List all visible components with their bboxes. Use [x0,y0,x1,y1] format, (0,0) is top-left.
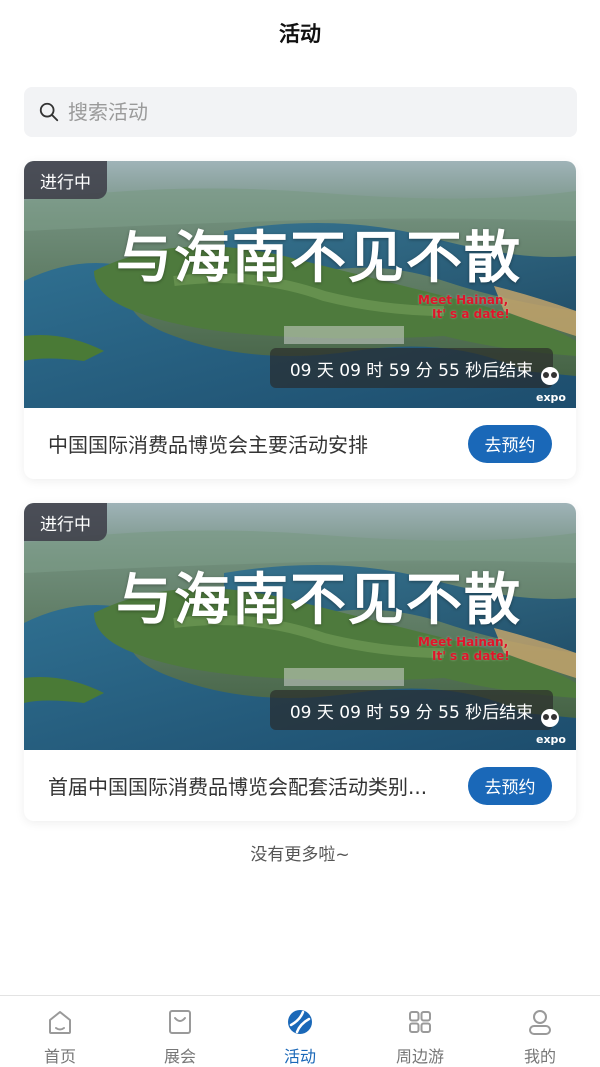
search-bar[interactable] [24,87,577,137]
list-end-text: 没有更多啦~ [250,845,350,865]
book-button[interactable]: 去预约 [468,424,552,463]
tab-home[interactable]: 首页 [0,996,120,1067]
bottom-tab-bar: 首页 展会 活动 周边游 我的 [0,995,600,1067]
status-badge: 进行中 [24,503,107,541]
status-badge: 进行中 [24,161,107,199]
event-card[interactable]: 进行中 与海南不见不散 Meet Hainan, It' s a date! 0… [24,503,576,821]
expo-logo-text: expo [536,391,566,404]
banner-slogan: Meet Hainan, It' s a date! [418,293,510,321]
banner-slogan: Meet Hainan, It' s a date! [418,635,510,663]
slogan-line-1: Meet Hainan, [418,293,509,307]
search-icon [39,102,59,122]
user-icon [529,1010,551,1035]
event-card-footer: 首届中国国际消费品博览会配套活动类别... 去预约 [24,750,576,821]
book-button[interactable]: 去预约 [468,766,552,805]
slogan-line-1: Meet Hainan, [418,635,509,649]
event-banner[interactable]: 进行中 与海南不见不散 Meet Hainan, It' s a date! 0… [24,161,576,408]
tab-mine[interactable]: 我的 [480,996,600,1067]
page-header: 活动 [0,0,600,66]
event-banner[interactable]: 进行中 与海南不见不散 Meet Hainan, It' s a date! 0… [24,503,576,750]
slogan-line-2: It' s a date! [432,307,510,321]
event-title[interactable]: 首届中国国际消费品博览会配套活动类别... [48,771,427,800]
event-card[interactable]: 进行中 与海南不见不散 Meet Hainan, It' s a date! 0… [24,161,576,479]
banner-calligraphy: 与海南不见不散 [116,567,522,633]
banner-calligraphy: 与海南不见不散 [116,225,522,291]
bag-icon [169,1010,191,1034]
page-title: 活动 [279,22,321,46]
event-card-footer: 中国国际消费品博览会主要活动安排 去预约 [24,408,576,479]
tab-label: 我的 [523,1047,556,1066]
countdown-timer: 09 天 09 时 59 分 55 秒后结束 [270,690,553,730]
countdown-timer: 09 天 09 时 59 分 55 秒后结束 [270,348,553,388]
tab-activity[interactable]: 活动 [240,996,360,1067]
tab-label: 首页 [43,1047,76,1066]
expo-logo-text: expo [536,733,566,746]
home-icon [49,1011,71,1034]
tab-label: 活动 [283,1047,316,1066]
tab-nearby-tour[interactable]: 周边游 [360,996,480,1067]
slogan-line-2: It' s a date! [432,649,510,663]
grid-icon [409,1011,431,1033]
tab-label: 展会 [163,1047,196,1066]
activity-icon [288,1010,312,1034]
event-title[interactable]: 中国国际消费品博览会主要活动安排 [48,429,368,458]
tab-label: 周边游 [395,1047,444,1066]
tab-expo[interactable]: 展会 [120,996,240,1067]
search-input[interactable] [68,100,538,124]
